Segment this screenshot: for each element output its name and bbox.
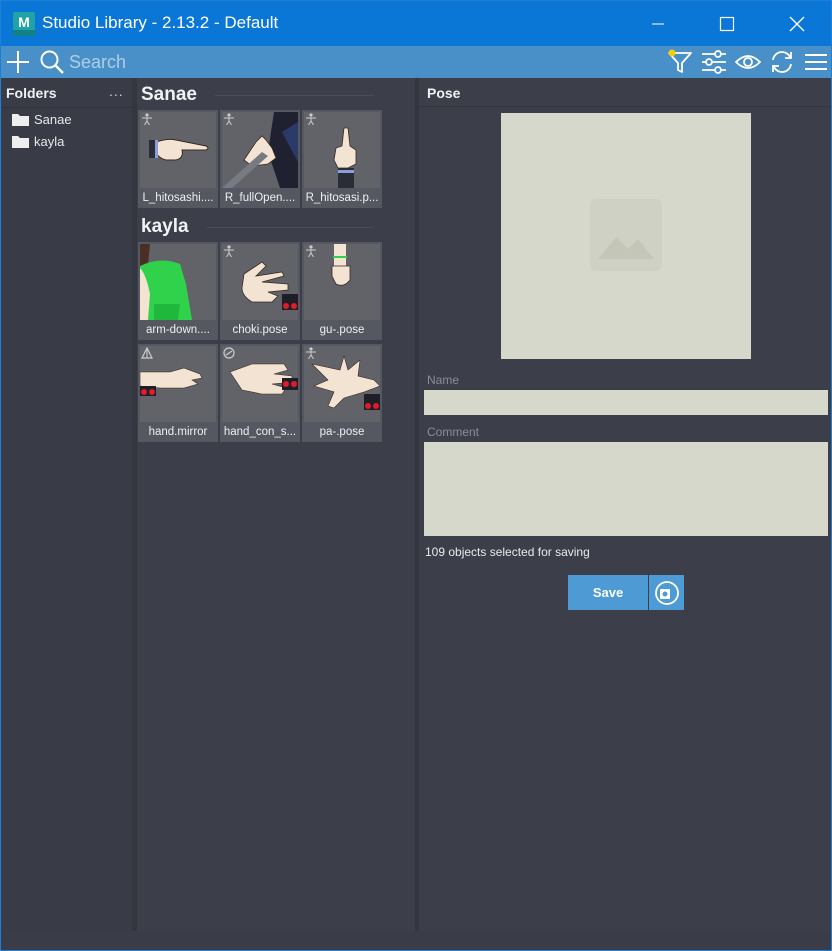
search-button[interactable] <box>39 49 65 75</box>
search-input[interactable] <box>69 50 629 74</box>
folder-item-kayla[interactable]: kayla <box>12 131 64 151</box>
item-label: pa-.pose <box>319 426 365 438</box>
refresh-button[interactable] <box>769 49 795 75</box>
library-item[interactable]: hand.mirror <box>138 344 218 442</box>
library-item[interactable]: hand_con_s... <box>220 344 300 442</box>
folder-icon <box>12 136 29 148</box>
window-title: Studio Library - 2.13.2 - Default <box>42 13 279 32</box>
maximize-icon <box>719 16 735 31</box>
add-button[interactable] <box>5 49 31 75</box>
close-button[interactable] <box>774 1 820 46</box>
pose-header: Pose <box>427 85 461 101</box>
minimize-icon <box>652 23 664 24</box>
pose-icon <box>306 113 316 125</box>
pose-icon <box>306 347 316 359</box>
item-label: hand.mirror <box>148 426 208 438</box>
view-button[interactable] <box>735 49 761 75</box>
folders-panel: Folders ... Sanae kayla <box>2 78 132 931</box>
folders-header: Folders <box>6 85 57 101</box>
item-label: arm-down.... <box>146 324 210 336</box>
group-divider <box>207 227 373 228</box>
toolbar <box>1 46 831 78</box>
title-bar: M Studio Library - 2.13.2 - Default <box>1 1 831 46</box>
svg-text:M: M <box>18 14 30 30</box>
pose-icon <box>224 245 234 257</box>
item-label: hand_con_s... <box>223 426 297 438</box>
library-item[interactable]: pa-.pose <box>302 344 382 442</box>
pose-icon <box>224 113 234 125</box>
settings-button[interactable] <box>701 49 727 75</box>
refresh-icon <box>772 51 792 73</box>
minimize-button[interactable] <box>635 1 681 46</box>
eye-icon <box>735 55 761 69</box>
group-divider <box>215 95 373 96</box>
filter-icon <box>668 49 692 73</box>
library-item[interactable]: arm-down.... <box>138 242 218 340</box>
group-title-sanae: Sanae <box>141 84 197 105</box>
save-button[interactable]: Save <box>568 575 648 610</box>
selection-status: 109 objects selected for saving <box>425 545 590 559</box>
divider <box>2 107 132 108</box>
menu-button[interactable] <box>803 49 829 75</box>
maximize-button[interactable] <box>704 1 750 46</box>
pose-panel: Pose Name Comment 109 objects selected f… <box>419 78 831 931</box>
library-panel: Sanae L_hitosashi.... R_fullOpen.... R_h… <box>137 78 415 931</box>
library-item[interactable]: choki.pose <box>220 242 300 340</box>
folder-icon <box>12 114 29 126</box>
image-placeholder-icon <box>590 199 662 271</box>
status-bar <box>1 931 831 950</box>
close-icon <box>789 16 805 31</box>
comment-field[interactable] <box>424 442 828 536</box>
capture-thumbnail-button[interactable] <box>649 575 684 610</box>
item-label: L_hitosashi.... <box>142 192 214 204</box>
camera-icon <box>654 580 679 605</box>
maya-app-icon: M <box>13 12 35 36</box>
folder-item-sanae[interactable]: Sanae <box>12 109 72 129</box>
comment-label: Comment <box>427 425 480 439</box>
thumbnail-preview[interactable] <box>501 113 751 359</box>
pose-icon <box>306 245 316 257</box>
name-field[interactable] <box>424 390 828 415</box>
item-thumbnail <box>140 244 216 320</box>
library-item[interactable]: R_hitosasi.p... <box>302 110 382 208</box>
studio-library-window: M Studio Library - 2.13.2 - Default Sear… <box>0 0 832 951</box>
item-label: R_hitosasi.p... <box>305 192 379 204</box>
divider <box>419 106 831 107</box>
group-title-kayla: kayla <box>141 216 189 237</box>
folder-label: kayla <box>34 133 65 149</box>
item-label: R_fullOpen.... <box>224 192 296 204</box>
mirror-icon <box>141 347 153 359</box>
item-label: gu-.pose <box>319 324 365 336</box>
filter-button[interactable] <box>667 49 693 75</box>
folders-more-button[interactable]: ... <box>109 83 124 99</box>
settings-sliders-icon <box>702 50 726 74</box>
pose-icon <box>142 113 152 125</box>
library-item[interactable]: gu-.pose <box>302 242 382 340</box>
name-label: Name <box>427 373 460 387</box>
add-icon <box>7 51 29 73</box>
library-item[interactable]: R_fullOpen.... <box>220 110 300 208</box>
library-item[interactable]: L_hitosashi.... <box>138 110 218 208</box>
search-icon <box>40 50 64 74</box>
item-label: choki.pose <box>232 324 288 336</box>
menu-icon <box>805 54 827 70</box>
selection-set-icon <box>223 347 235 359</box>
folder-label: Sanae <box>34 111 72 127</box>
